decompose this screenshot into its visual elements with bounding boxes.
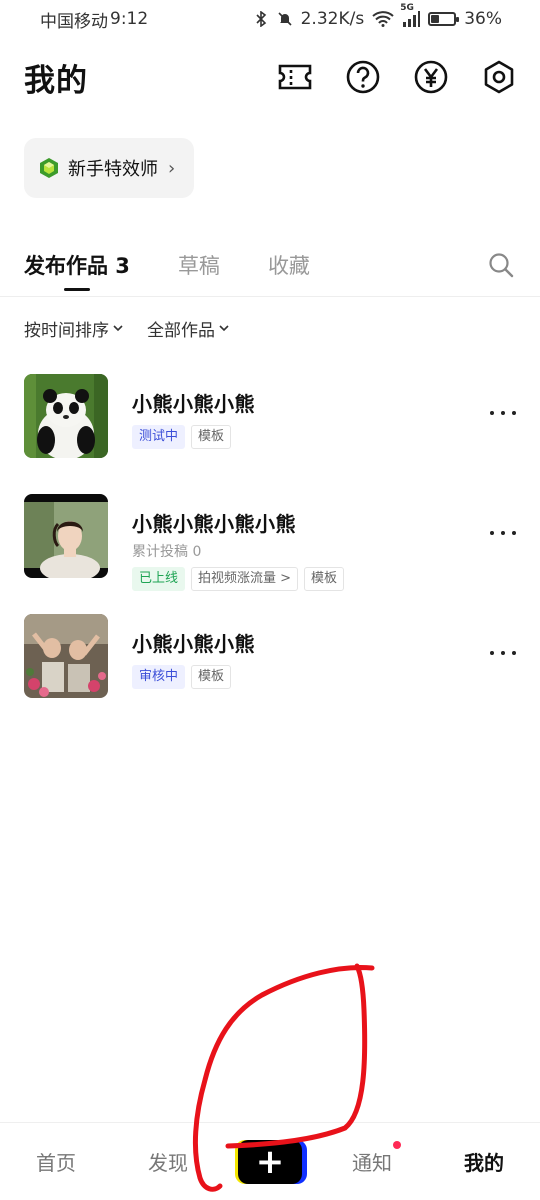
bottom-nav: 首页 发现 + 通知 我的 bbox=[0, 1122, 540, 1200]
list-item[interactable]: 小熊小熊小熊 测试中 模板 bbox=[24, 374, 516, 458]
tab-drafts[interactable]: 草稿 bbox=[178, 243, 220, 287]
gem-icon bbox=[40, 158, 58, 178]
list-item[interactable]: 小熊小熊小熊 审核中 模板 bbox=[24, 614, 516, 698]
more-options-icon[interactable] bbox=[490, 648, 516, 658]
create-button[interactable]: + bbox=[235, 1139, 307, 1184]
battery-percent: 36% bbox=[464, 9, 502, 29]
network-speed: 2.32K/s bbox=[300, 9, 365, 29]
battery-icon bbox=[428, 12, 460, 26]
yuan-icon[interactable] bbox=[414, 60, 448, 94]
filter-bar: 按时间排序 全部作品 bbox=[24, 312, 229, 344]
signal-icon: 5G bbox=[400, 3, 421, 27]
chevron-down-icon bbox=[113, 325, 123, 332]
status-left: 中国移动 9:12 bbox=[40, 7, 148, 32]
works-tabs: 发布作品 3 草稿 收藏 bbox=[24, 240, 516, 290]
type-badge: 模板 bbox=[191, 425, 232, 449]
work-title: 小熊小熊小熊 bbox=[132, 632, 255, 656]
nav-notify[interactable]: 通知 bbox=[327, 1141, 417, 1176]
work-info: 小熊小熊小熊小熊 累计投稿 0 已上线 拍视频涨流量 > 模板 bbox=[132, 494, 345, 591]
wifi-icon bbox=[372, 11, 394, 27]
ticket-icon[interactable] bbox=[278, 60, 312, 94]
badge-label: 新手特效师 bbox=[68, 159, 158, 180]
search-icon[interactable] bbox=[486, 250, 516, 280]
tab-published[interactable]: 发布作品 3 bbox=[24, 243, 130, 287]
promote-link[interactable]: 拍视频涨流量 > bbox=[191, 567, 299, 591]
more-options-icon[interactable] bbox=[490, 408, 516, 418]
nav-discover[interactable]: 发现 bbox=[123, 1147, 213, 1176]
header-actions bbox=[278, 60, 516, 94]
tabs-divider bbox=[0, 296, 540, 297]
page-title: 我的 bbox=[24, 62, 88, 99]
header: 我的 bbox=[24, 52, 516, 102]
plus-icon: + bbox=[238, 1139, 302, 1184]
work-tags: 审核中 模板 bbox=[132, 665, 255, 689]
unread-dot bbox=[393, 1141, 401, 1149]
tab-favorites[interactable]: 收藏 bbox=[268, 243, 310, 287]
more-options-icon[interactable] bbox=[490, 528, 516, 538]
status-right: 2.32K/s 5G 36% bbox=[253, 3, 502, 29]
creator-level-badge[interactable]: 新手特效师 › bbox=[24, 138, 194, 198]
work-info: 小熊小熊小熊 测试中 模板 bbox=[132, 374, 255, 449]
settings-icon[interactable] bbox=[482, 60, 516, 94]
submission-count: 累计投稿 0 bbox=[132, 544, 202, 560]
type-badge: 模板 bbox=[191, 665, 232, 689]
work-tags: 已上线 拍视频涨流量 > 模板 bbox=[132, 567, 345, 591]
clock: 9:12 bbox=[110, 9, 149, 29]
work-title: 小熊小熊小熊 bbox=[132, 392, 255, 416]
work-info: 小熊小熊小熊 审核中 模板 bbox=[132, 614, 255, 689]
nav-notify-label: 通知 bbox=[352, 1151, 392, 1175]
carrier-label: 中国移动 bbox=[40, 11, 108, 32]
work-thumbnail-couple bbox=[24, 614, 108, 698]
network-type: 5G bbox=[400, 3, 414, 13]
chevron-down-icon bbox=[219, 325, 229, 332]
type-badge: 模板 bbox=[304, 567, 345, 591]
status-badge: 测试中 bbox=[132, 425, 186, 449]
sort-dropdown[interactable]: 按时间排序 bbox=[24, 316, 123, 341]
chevron-right-icon: › bbox=[168, 157, 176, 179]
nav-home[interactable]: 首页 bbox=[11, 1147, 101, 1176]
works-list: 小熊小熊小熊 测试中 模板 小熊小熊小熊小熊 累计投稿 0 已上线 拍视频涨流量… bbox=[24, 374, 516, 734]
status-bar: 中国移动 9:12 2.32K/s 5G 36% bbox=[0, 0, 540, 38]
work-title: 小熊小熊小熊小熊 bbox=[132, 512, 296, 536]
nav-me[interactable]: 我的 bbox=[439, 1147, 529, 1176]
work-tags: 测试中 模板 bbox=[132, 425, 255, 449]
work-thumbnail-panda bbox=[24, 374, 108, 458]
work-thumbnail-portrait bbox=[24, 494, 108, 578]
help-icon[interactable] bbox=[346, 60, 380, 94]
sort-label: 按时间排序 bbox=[24, 320, 109, 341]
status-badge: 审核中 bbox=[132, 665, 186, 689]
scope-label: 全部作品 bbox=[147, 320, 215, 341]
scope-dropdown[interactable]: 全部作品 bbox=[147, 316, 229, 341]
mute-icon bbox=[277, 11, 293, 27]
bluetooth-icon bbox=[253, 11, 269, 27]
battery-level bbox=[431, 15, 440, 23]
list-item[interactable]: 小熊小熊小熊小熊 累计投稿 0 已上线 拍视频涨流量 > 模板 bbox=[24, 494, 516, 591]
status-badge: 已上线 bbox=[132, 567, 186, 591]
